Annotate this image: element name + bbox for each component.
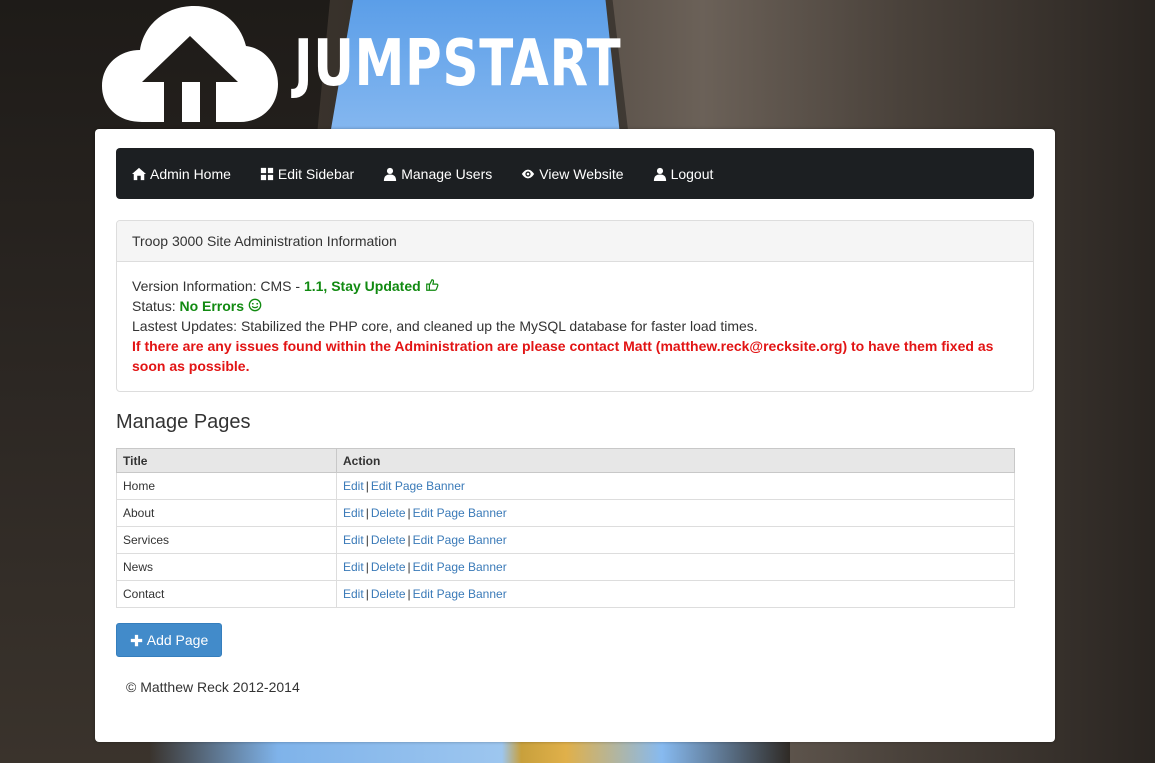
table-row: News Edit | Delete | Edit Page Banner <box>116 553 1015 581</box>
nav-edit-sidebar[interactable]: Edit Sidebar <box>260 166 354 182</box>
page-actions-cell: Edit | Edit Page Banner <box>336 472 1015 500</box>
site-info-panel: Troop 3000 Site Administration Informati… <box>116 220 1034 392</box>
nav-logout-label: Logout <box>670 165 714 182</box>
page-title-cell: Services <box>116 526 337 554</box>
nav-logout[interactable]: Logout <box>653 165 714 182</box>
page-title-cell: Home <box>116 472 337 500</box>
status-label: Status: <box>132 298 180 314</box>
nav-view-website-label: View Website <box>539 165 624 182</box>
user-icon <box>653 167 666 181</box>
thumbs-up-icon <box>425 279 439 291</box>
eye-icon <box>522 169 535 178</box>
nav-manage-users-label: Manage Users <box>401 165 493 182</box>
delete-link[interactable]: Delete <box>371 587 406 601</box>
page-actions-cell: Edit | Delete | Edit Page Banner <box>336 499 1015 527</box>
cloud-upload-icon <box>102 6 278 122</box>
nav-manage-users[interactable]: Manage Users <box>383 166 492 182</box>
admin-navbar: Admin Home Edit Sidebar Manage Users Vie… <box>116 148 1034 199</box>
add-page-button-label: Add Page <box>146 632 209 648</box>
page-actions-cell: Edit | Delete | Edit Page Banner <box>336 526 1015 554</box>
edit-page-banner-link[interactable]: Edit Page Banner <box>413 587 507 601</box>
grid-icon <box>260 167 274 180</box>
delete-link[interactable]: Delete <box>371 533 406 547</box>
status-info: Status: No Errors <box>132 296 1018 316</box>
edit-link[interactable]: Edit <box>343 560 364 574</box>
background-sky-bottom <box>150 742 790 763</box>
admin-notice: If there are any issues found within the… <box>132 338 994 374</box>
edit-page-banner-link[interactable]: Edit Page Banner <box>413 533 507 547</box>
manage-pages-title: Manage Pages <box>116 411 251 433</box>
page-title-cell: About <box>116 499 337 527</box>
version-value: 1.1, Stay Updated <box>303 278 421 294</box>
nav-edit-sidebar-label: Edit Sidebar <box>277 165 355 182</box>
user-icon <box>384 167 397 181</box>
table-row: Contact Edit | Delete | Edit Page Banner <box>116 580 1015 608</box>
delete-link[interactable]: Delete <box>371 506 406 520</box>
edit-page-banner-link[interactable]: Edit Page Banner <box>413 506 507 520</box>
delete-link[interactable]: Delete <box>371 560 406 574</box>
page-title-cell: News <box>116 553 337 581</box>
add-page-button[interactable]: Add Page <box>116 623 222 657</box>
page-actions-cell: Edit | Delete | Edit Page Banner <box>336 553 1015 581</box>
latest-updates: Lastest Updates: Stabilized the PHP core… <box>132 318 758 334</box>
edit-link[interactable]: Edit <box>343 506 364 520</box>
column-header-action: Action <box>336 448 1015 473</box>
column-header-title: Title <box>116 448 337 473</box>
logo-text: JUMPSTART <box>294 27 622 101</box>
edit-page-banner-link[interactable]: Edit Page Banner <box>413 560 507 574</box>
smiley-icon <box>248 298 262 312</box>
version-info: Version Information: CMS - 1.1, Stay Upd… <box>132 276 1018 296</box>
table-row: About Edit | Delete | Edit Page Banner <box>116 499 1015 527</box>
version-label: Version Information: CMS - <box>132 278 304 294</box>
panel-body: Version Information: CMS - 1.1, Stay Upd… <box>117 262 1033 390</box>
plus-icon <box>130 634 142 646</box>
admin-container: Admin Home Edit Sidebar Manage Users Vie… <box>95 129 1055 742</box>
pages-table: Title Action Home Edit | Edit Page Banner … <box>116 448 1015 608</box>
edit-link[interactable]: Edit <box>343 479 364 493</box>
nav-admin-home[interactable]: Admin Home <box>132 166 231 182</box>
page-actions-cell: Edit | Delete | Edit Page Banner <box>336 580 1015 608</box>
edit-page-banner-link[interactable]: Edit Page Banner <box>371 479 465 493</box>
home-icon <box>132 167 146 180</box>
edit-link[interactable]: Edit <box>343 533 364 547</box>
site-logo: JUMPSTART <box>102 6 714 122</box>
page-title-cell: Contact <box>116 580 337 608</box>
table-row: Services Edit | Delete | Edit Page Banner <box>116 526 1015 554</box>
footer-copyright: © Matthew Reck 2012-2014 <box>126 679 300 695</box>
table-row: Home Edit | Edit Page Banner <box>116 472 1015 500</box>
panel-heading: Troop 3000 Site Administration Informati… <box>117 221 1033 262</box>
status-value: No Errors <box>179 298 245 314</box>
edit-link[interactable]: Edit <box>343 587 364 601</box>
table-header-row: Title Action <box>116 448 1015 473</box>
nav-view-website[interactable]: View Website <box>521 165 624 182</box>
nav-admin-home-label: Admin Home <box>150 165 231 182</box>
